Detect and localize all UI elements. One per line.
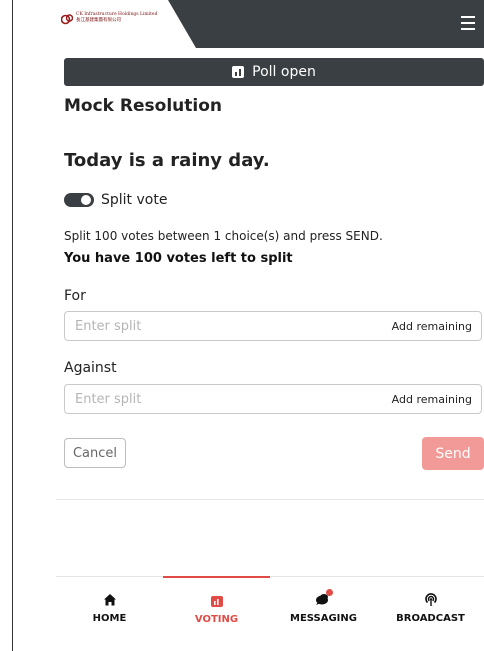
bar-chart-icon [232,66,245,78]
window-frame-left [12,0,13,651]
bottom-nav: HOME VOTING MESSAGING BROADCAST [56,576,484,637]
split-input-against[interactable] [75,390,375,408]
home-icon [103,594,116,606]
votes-left-text: You have 100 votes left to split [64,251,293,266]
add-remaining-button-against[interactable]: Add remaining [392,393,472,406]
broadcast-icon [424,593,437,606]
split-vote-row: Split vote [64,190,167,210]
nav-label-messaging: MESSAGING [290,613,357,624]
nav-item-voting[interactable]: VOTING [163,576,270,637]
logo-company-zh: 長江基建集團有限公司 [76,18,121,23]
send-button[interactable]: Send [422,437,484,470]
nav-item-broadcast[interactable]: BROADCAST [377,577,484,636]
nav-item-home[interactable]: HOME [56,577,163,636]
resolution-question: Today is a rainy day. [64,150,270,171]
split-field-for: Add remaining [64,311,482,341]
logo-text: CK Infrastructure Holdings Limited 長江基建集… [76,12,157,24]
nav-label-broadcast: BROADCAST [396,613,465,624]
add-remaining-button-for[interactable]: Add remaining [392,320,472,333]
choice-label-for: For [64,288,86,304]
split-vote-toggle[interactable] [64,193,94,207]
nav-label-home: HOME [92,613,127,624]
ck-logo-icon [61,14,73,25]
split-instructions: Split 100 votes between 1 choice(s) and … [64,229,383,243]
messaging-icon [315,589,333,605]
choice-label-against: Against [64,360,117,376]
nav-label-voting: VOTING [194,614,239,625]
resolution-title: Mock Resolution [64,96,222,116]
split-field-against: Add remaining [64,384,482,414]
logo-area[interactable]: CK Infrastructure Holdings Limited 長江基建集… [56,0,196,48]
split-vote-label: Split vote [101,192,168,208]
hamburger-menu-icon[interactable] [458,12,480,34]
poll-status-label: Poll open [252,64,316,80]
nav-item-messaging[interactable]: MESSAGING [270,577,377,636]
cancel-button[interactable]: Cancel [64,438,126,468]
toggle-knob [81,195,91,205]
split-input-for[interactable] [75,317,375,335]
app-header: CK Infrastructure Holdings Limited 長江基建集… [56,0,484,48]
content-divider [56,499,484,500]
poll-status-banner: Poll open [64,58,484,86]
voting-icon [210,596,223,607]
